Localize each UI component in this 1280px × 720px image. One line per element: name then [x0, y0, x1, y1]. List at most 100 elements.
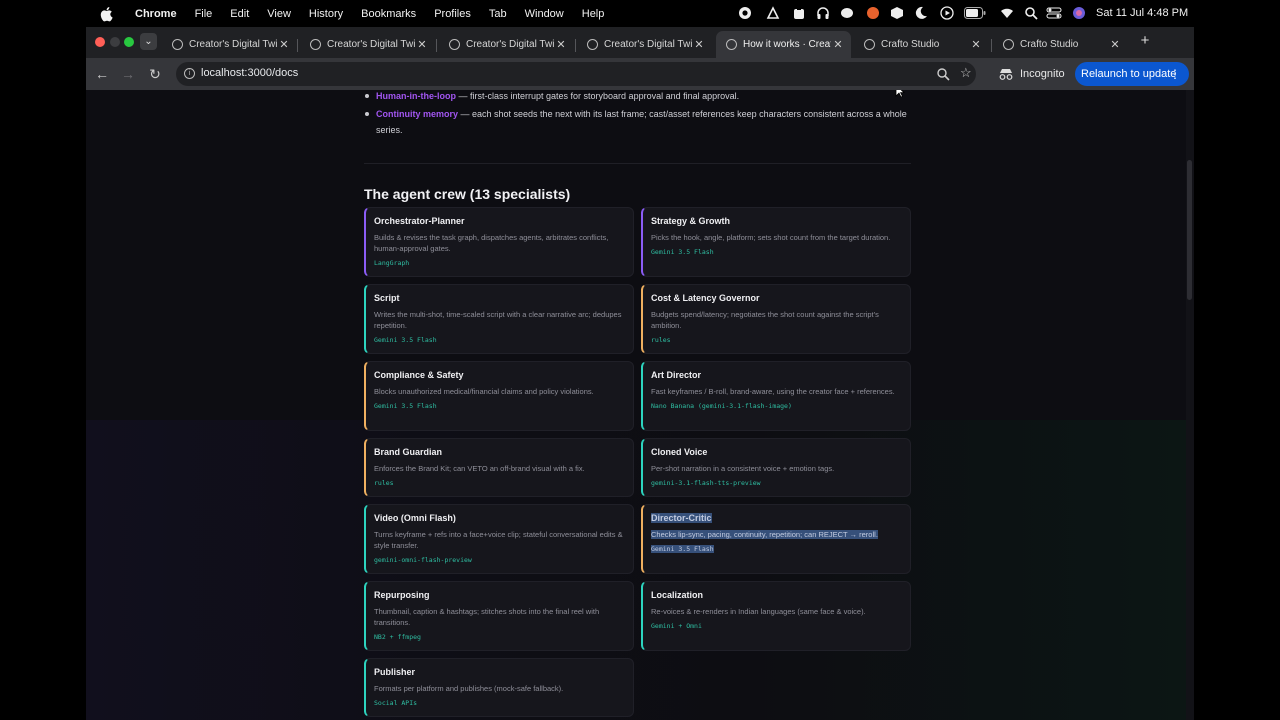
headphones-icon[interactable] — [816, 6, 830, 20]
agent-card-publisher: Publisher Formats per platform and publi… — [364, 658, 634, 717]
menu-profiles[interactable]: Profiles — [434, 8, 471, 20]
back-arrow-icon[interactable]: ← — [94, 66, 110, 82]
tab-how-it-works[interactable]: How it works · Creato ✕ — [716, 31, 851, 58]
brave-app-icon[interactable] — [866, 6, 880, 20]
agent-name: Cloned Voice — [651, 447, 708, 457]
menu-bookmarks[interactable]: Bookmarks — [361, 8, 416, 20]
tab-close-icon[interactable]: ✕ — [1108, 38, 1122, 51]
url-text[interactable]: localhost:3000/docs — [201, 67, 298, 79]
new-tab-plus-icon[interactable]: + — [1138, 33, 1152, 50]
record-icon[interactable] — [738, 6, 752, 20]
incognito-indicator[interactable]: Incognito — [998, 62, 1065, 86]
apple-logo-icon[interactable] — [100, 6, 114, 22]
section-title: The agent crew (13 specialists) — [364, 186, 571, 202]
agent-card-cloned-voice: Cloned Voice Per-shot narration in a con… — [641, 438, 911, 497]
menu-window[interactable]: Window — [525, 8, 564, 20]
agent-card-video-omni-flash: Video (Omni Flash) Turns keyframe + refs… — [364, 504, 634, 574]
bullet-term: Human-in-the-loop — [376, 91, 456, 101]
tab-title: Creator's Digital Twin — [327, 39, 415, 50]
clipboard-icon[interactable] — [792, 6, 806, 20]
reload-icon[interactable]: ↻ — [147, 66, 163, 82]
menu-view[interactable]: View — [267, 8, 291, 20]
tab-separator — [575, 39, 576, 52]
zoom-magnifier-icon[interactable] — [936, 67, 950, 81]
zoom-window-button[interactable] — [124, 37, 134, 47]
selected-text: Director-Critic — [651, 513, 712, 523]
vertical-scrollbar[interactable] — [1186, 90, 1194, 720]
forward-arrow-icon[interactable]: → — [120, 66, 136, 82]
relaunch-to-update-button[interactable]: Relaunch to update ⋮ — [1075, 62, 1189, 86]
tab-close-icon[interactable]: ✕ — [277, 38, 291, 51]
agent-name: Orchestrator-Planner — [374, 216, 465, 226]
incognito-icon — [999, 69, 1013, 80]
globe-icon — [726, 39, 737, 50]
address-bar[interactable]: i localhost:3000/docs ☆ — [176, 62, 976, 86]
tab-creators-digital-twin-4[interactable]: Creator's Digital Twin ✕ — [577, 31, 712, 58]
agent-description: Enforces the Brand Kit; can VETO an off-… — [374, 464, 585, 473]
menu-edit[interactable]: Edit — [230, 8, 249, 20]
agent-card-strategy-growth: Strategy & Growth Picks the hook, angle,… — [641, 207, 911, 277]
tab-creators-digital-twin-1[interactable]: Creator's Digital Twin ✕ — [162, 31, 297, 58]
control-center-icon[interactable] — [1046, 6, 1062, 20]
agent-model: gemini-omni-flash-preview — [374, 556, 472, 564]
tab-close-icon[interactable]: ✕ — [969, 38, 983, 51]
cube-app-icon[interactable] — [890, 6, 904, 20]
agent-description: Picks the hook, angle, platform; sets sh… — [651, 233, 891, 242]
globe-icon — [864, 39, 875, 50]
elephant-app-icon[interactable] — [840, 6, 854, 20]
wifi-icon[interactable] — [1000, 6, 1014, 20]
menu-tab[interactable]: Tab — [489, 8, 507, 20]
tab-title: Crafto Studio — [881, 39, 940, 50]
pen-tool-icon[interactable] — [766, 6, 780, 20]
agent-model: Gemini 3.5 Flash — [651, 248, 714, 256]
agent-name: Director-Critic — [651, 513, 902, 523]
dark-mode-icon[interactable] — [914, 6, 928, 20]
globe-icon — [449, 39, 460, 50]
menu-app-chrome[interactable]: Chrome — [135, 8, 177, 20]
siri-icon[interactable] — [1072, 6, 1086, 20]
play-icon[interactable] — [940, 6, 954, 20]
agent-name: Localization — [651, 590, 704, 600]
bullet-text: — first-class interrupt gates for storyb… — [456, 91, 740, 101]
tab-crafto-studio-2[interactable]: Crafto Studio ✕ — [993, 31, 1128, 58]
agent-model: Gemini 3.5 Flash — [651, 545, 902, 553]
close-window-button[interactable] — [95, 37, 105, 47]
section-divider — [364, 163, 911, 164]
tab-close-icon[interactable]: ✕ — [554, 38, 568, 51]
bullet-human-in-the-loop: Human-in-the-loop — first-class interrup… — [364, 90, 911, 104]
agent-description: Checks lip-sync, pacing, continuity, rep… — [651, 529, 902, 540]
menu-help[interactable]: Help — [582, 8, 605, 20]
tab-separator — [991, 39, 992, 52]
tab-creators-digital-twin-3[interactable]: Creator's Digital Twin ✕ — [439, 31, 574, 58]
tab-title: Crafto Studio — [1020, 39, 1079, 50]
agent-model: rules — [374, 479, 394, 487]
tab-search-chevron-icon[interactable]: ⌄ — [140, 33, 157, 50]
tab-close-icon[interactable]: ✕ — [831, 38, 845, 51]
agent-model: NB2 + ffmpeg — [374, 633, 421, 641]
relaunch-label: Relaunch to update — [1081, 68, 1177, 80]
tab-creators-digital-twin-2[interactable]: Creator's Digital Twin ✕ — [300, 31, 435, 58]
agent-name: Strategy & Growth — [651, 216, 731, 226]
agent-name: Compliance & Safety — [374, 370, 464, 380]
chrome-window: ⌄ Creator's Digital Twin ✕ Creator's Dig… — [86, 27, 1194, 720]
tab-separator — [297, 39, 298, 52]
site-info-icon[interactable]: i — [184, 68, 195, 79]
tab-close-icon[interactable]: ✕ — [415, 38, 429, 51]
menubar-clock[interactable]: Sat 11 Jul 4:48 PM — [1096, 7, 1188, 19]
menu-history[interactable]: History — [309, 8, 343, 20]
tab-close-icon[interactable]: ✕ — [692, 38, 706, 51]
tab-strip: ⌄ Creator's Digital Twin ✕ Creator's Dig… — [86, 27, 1194, 58]
agent-card-cost-latency-governor: Cost & Latency Governor Budgets spend/la… — [641, 284, 911, 354]
menu-file[interactable]: File — [195, 8, 213, 20]
minimize-window-button[interactable] — [110, 37, 120, 47]
battery-icon[interactable] — [964, 7, 986, 19]
spotlight-search-icon[interactable] — [1024, 6, 1038, 20]
scrollbar-thumb[interactable] — [1187, 160, 1192, 300]
agent-model: rules — [651, 336, 671, 344]
browser-toolbar: ← → ↻ i localhost:3000/docs ☆ Incognito … — [86, 58, 1194, 90]
agent-model: LangGraph — [374, 259, 410, 267]
more-menu-icon[interactable]: ⋮ — [1169, 62, 1181, 86]
bookmark-star-icon[interactable]: ☆ — [960, 66, 974, 80]
agent-card-script: Script Writes the multi-shot, time-scale… — [364, 284, 634, 354]
tab-crafto-studio-1[interactable]: Crafto Studio ✕ — [854, 31, 989, 58]
